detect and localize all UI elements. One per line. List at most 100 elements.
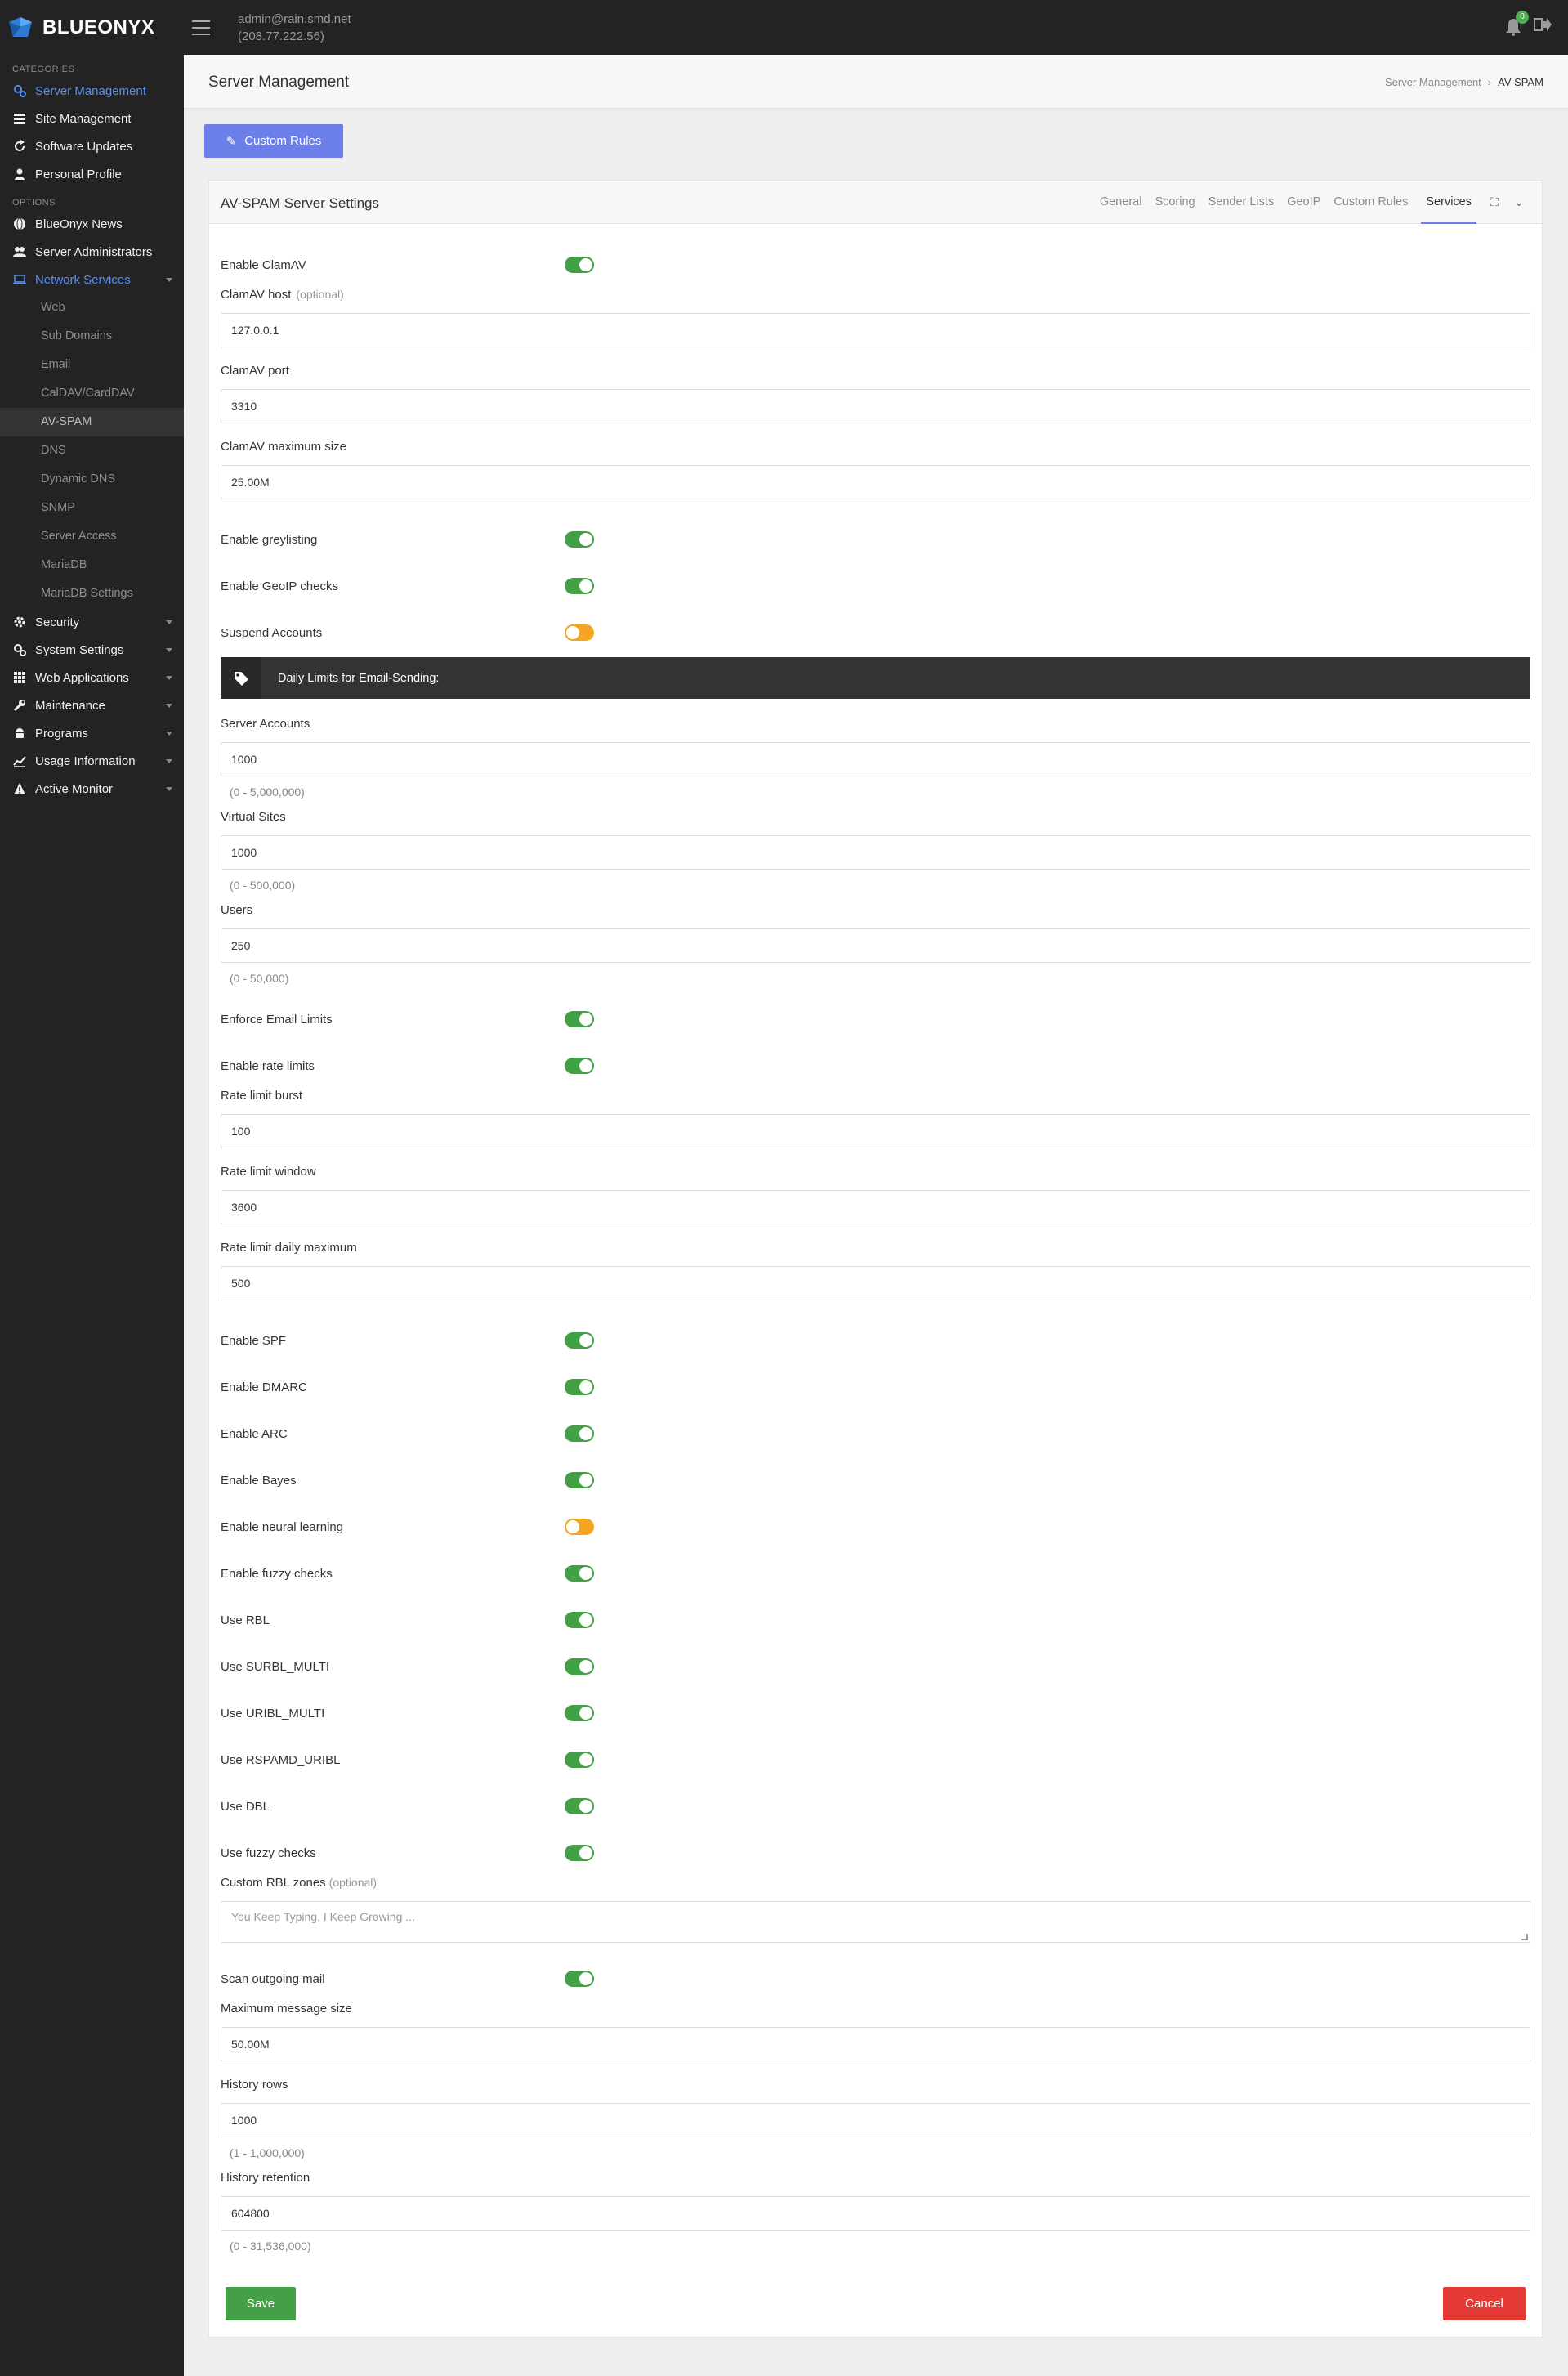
enable-geoip-toggle[interactable]: [565, 578, 594, 594]
sidebar-item-active-monitor[interactable]: Active Monitor: [0, 775, 184, 803]
enable-rate-limits-toggle[interactable]: [565, 1058, 594, 1074]
sidebar-subitem-server-access[interactable]: Server Access: [0, 522, 184, 551]
rate-limit-burst-label: Rate limit burst: [221, 1089, 303, 1103]
use-uribl-toggle[interactable]: [565, 1705, 594, 1721]
enable-spf-toggle[interactable]: [565, 1332, 594, 1349]
sidebar-subitem-snmp[interactable]: SNMP: [0, 494, 184, 522]
notification-bell-icon[interactable]: 0: [1504, 10, 1529, 37]
enable-clamav-toggle[interactable]: [565, 257, 594, 273]
sidebar-item-usage-information[interactable]: Usage Information: [0, 747, 184, 775]
enable-bayes-toggle[interactable]: [565, 1472, 594, 1488]
sidebar-item-label: Server Management: [35, 83, 146, 98]
caret-down-icon: [166, 647, 172, 652]
enable-neural-label: Enable neural learning: [221, 1520, 344, 1534]
save-button[interactable]: Save: [226, 2287, 296, 2320]
breadcrumb-link[interactable]: Server Management: [1385, 76, 1481, 88]
use-fuzzy-toggle[interactable]: [565, 1845, 594, 1861]
logout-icon[interactable]: [1534, 16, 1552, 37]
sidebar-subitem-mariadb-settings[interactable]: MariaDB Settings: [0, 579, 184, 608]
enable-dmarc-toggle[interactable]: [565, 1379, 594, 1395]
chevron-down-icon[interactable]: ⌄: [1512, 181, 1526, 224]
resize-handle-icon[interactable]: [1521, 1934, 1528, 1940]
rate-limit-window-input[interactable]: 3600: [221, 1190, 1530, 1224]
tab-general[interactable]: General: [1100, 181, 1142, 224]
sidebar-subitem-email[interactable]: Email: [0, 351, 184, 379]
scan-outgoing-toggle[interactable]: [565, 1971, 594, 1987]
chart-icon: [12, 754, 27, 768]
sidebar-item-personal-profile[interactable]: Personal Profile: [0, 160, 184, 188]
sidebar-item-maintenance[interactable]: Maintenance: [0, 691, 184, 719]
sidebar-item-software-updates[interactable]: Software Updates: [0, 132, 184, 160]
users-label: Users: [221, 903, 253, 917]
clamav-port-input[interactable]: 3310: [221, 389, 1530, 423]
sidebar-item-network-services[interactable]: Network Services: [0, 266, 184, 293]
page-title: Server Management: [208, 74, 350, 91]
brand[interactable]: BLUEONYX: [0, 0, 184, 55]
use-surbl-toggle[interactable]: [565, 1658, 594, 1675]
users-input[interactable]: 250: [221, 928, 1530, 963]
tab-scoring[interactable]: Scoring: [1155, 181, 1195, 224]
blueonyx-logo-icon: [9, 16, 32, 37]
custom-rbl-textarea[interactable]: You Keep Typing, I Keep Growing ...: [221, 1901, 1530, 1943]
sidebar-subitem-caldav-carddav[interactable]: CalDAV/CardDAV: [0, 379, 184, 408]
history-retention-label: History retention: [221, 2171, 310, 2185]
clamav-max-input[interactable]: 25.00M: [221, 465, 1530, 499]
enable-spf-label: Enable SPF: [221, 1334, 287, 1348]
custom-rbl-placeholder: You Keep Typing, I Keep Growing ...: [231, 1910, 415, 1923]
sidebar-subitem-web[interactable]: Web: [0, 293, 184, 322]
enable-greylisting-toggle[interactable]: [565, 531, 594, 548]
tab-services[interactable]: Services: [1421, 181, 1476, 224]
tab-geoip[interactable]: GeoIP: [1287, 181, 1320, 224]
sidebar-item-programs[interactable]: Programs: [0, 719, 184, 747]
clamav-host-input[interactable]: 127.0.0.1: [221, 313, 1530, 347]
server-accounts-label: Server Accounts: [221, 717, 310, 731]
sidebar-subitem-sub-domains[interactable]: Sub Domains: [0, 322, 184, 351]
grid-icon: [12, 670, 27, 685]
categories-label: CATEGORIES: [12, 65, 75, 74]
sidebar-subitem-mariadb[interactable]: MariaDB: [0, 551, 184, 579]
sidebar-subitem-dynamic-dns[interactable]: Dynamic DNS: [0, 465, 184, 494]
sidebar-item-site-management[interactable]: Site Management: [0, 105, 184, 132]
rate-limit-daily-input[interactable]: 500: [221, 1266, 1530, 1300]
use-rspamd-uribl-label: Use RSPAMD_URIBL: [221, 1753, 341, 1767]
enable-fuzzy-label: Enable fuzzy checks: [221, 1567, 333, 1581]
use-rbl-toggle[interactable]: [565, 1612, 594, 1628]
tab-sender-lists[interactable]: Sender Lists: [1208, 181, 1275, 224]
main-content: Server Management Server Management › AV-S…: [184, 55, 1568, 2338]
history-retention-input[interactable]: 604800: [221, 2196, 1530, 2231]
rate-limit-burst-input[interactable]: 100: [221, 1114, 1530, 1148]
sidebar-item-blueonyx-news[interactable]: BlueOnyx News: [0, 210, 184, 238]
use-rspamd-uribl-toggle[interactable]: [565, 1752, 594, 1768]
menu-toggle-icon[interactable]: [192, 20, 210, 35]
enable-neural-toggle[interactable]: [565, 1519, 594, 1535]
sidebar-subitem-av-spam[interactable]: AV-SPAM: [0, 408, 184, 436]
suspend-accounts-toggle[interactable]: [565, 624, 594, 641]
max-message-size-input[interactable]: 50.00M: [221, 2027, 1530, 2061]
sidebar-item-label: Programs: [35, 726, 89, 741]
tab-custom-rules[interactable]: Custom Rules: [1333, 181, 1408, 224]
sidebar-item-web-applications[interactable]: Web Applications: [0, 664, 184, 691]
wrench-icon: [12, 698, 27, 713]
sidebar-item-server-administrators[interactable]: Server Administrators: [0, 238, 184, 266]
user-email: admin@rain.smd.net: [238, 11, 351, 26]
sidebar-item-system-settings[interactable]: System Settings: [0, 636, 184, 664]
sidebar-item-server-management[interactable]: Server Management: [0, 77, 184, 105]
breadcrumb: Server Management › AV-SPAM: [1385, 76, 1543, 88]
sidebar-subitem-dns[interactable]: DNS: [0, 436, 184, 465]
fullscreen-icon[interactable]: ⛶: [1488, 181, 1501, 224]
use-dbl-toggle[interactable]: [565, 1798, 594, 1814]
virtual-sites-label: Virtual Sites: [221, 810, 286, 824]
caret-down-icon: [166, 758, 172, 763]
rate-limit-window-label: Rate limit window: [221, 1165, 316, 1179]
cancel-button[interactable]: Cancel: [1443, 2287, 1526, 2320]
enable-arc-toggle[interactable]: [565, 1425, 594, 1442]
sidebar-item-security[interactable]: Security: [0, 608, 184, 636]
enforce-email-limits-toggle[interactable]: [565, 1011, 594, 1027]
custom-rules-button[interactable]: ✎ Custom Rules: [204, 124, 343, 158]
history-rows-input[interactable]: 1000: [221, 2103, 1530, 2137]
server-accounts-input[interactable]: 1000: [221, 742, 1530, 776]
enable-fuzzy-toggle[interactable]: [565, 1565, 594, 1582]
sidebar-item-label: Server Administrators: [35, 244, 153, 259]
virtual-sites-input[interactable]: 1000: [221, 835, 1530, 870]
custom-rbl-label: Custom RBL zones (optional): [221, 1876, 377, 1890]
